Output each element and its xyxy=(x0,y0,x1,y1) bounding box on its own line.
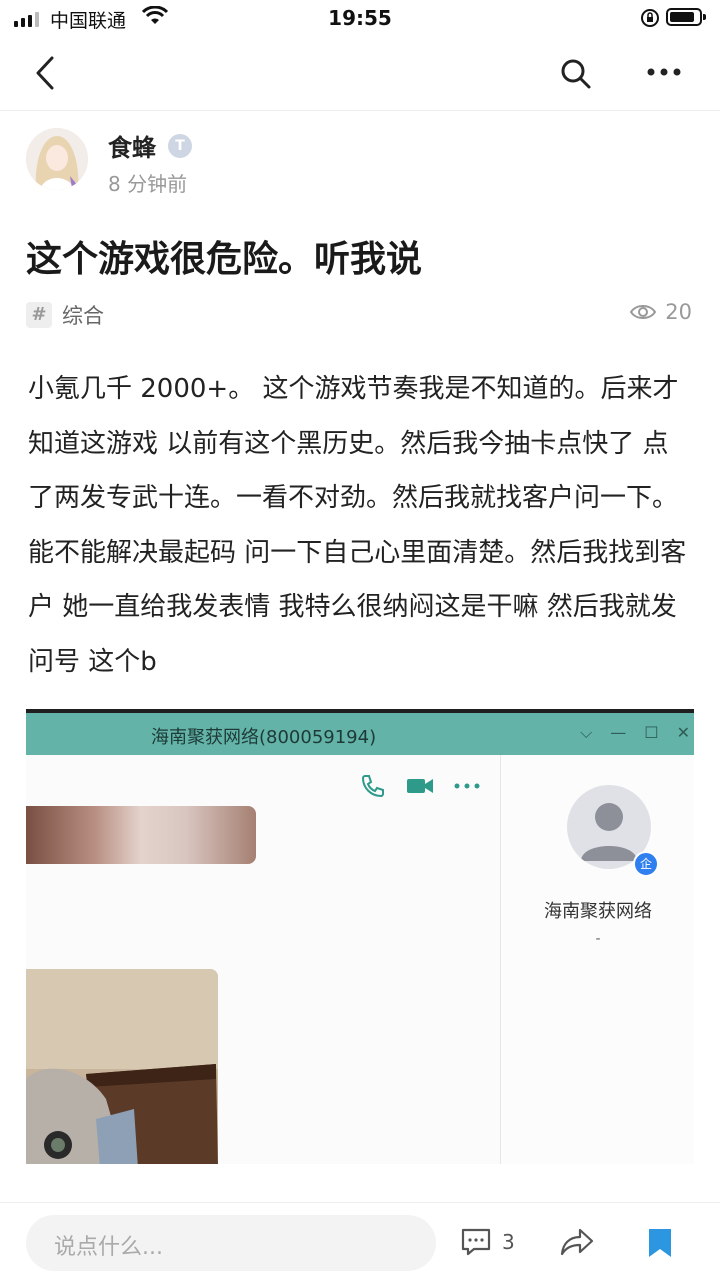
comment-icon xyxy=(461,1228,491,1256)
screenshot-title-bar: 海南聚获网络(800059194) ⌵ — ☐ ✕ xyxy=(26,713,694,755)
share-icon[interactable] xyxy=(560,1227,594,1257)
comment-count: 3 xyxy=(502,1230,515,1254)
chat-image-thumbnail xyxy=(26,806,256,864)
avatar-image xyxy=(26,128,88,190)
status-bar: 中国联通 19:55 xyxy=(0,0,720,36)
contact-panel: 企 海南聚获网络 - xyxy=(500,755,694,1164)
ellipsis-icon xyxy=(454,783,480,789)
enterprise-badge: 企 xyxy=(633,851,659,877)
hashtag-icon: # xyxy=(26,302,52,328)
contact-subtitle: - xyxy=(595,931,601,947)
cat-photo xyxy=(26,969,218,1164)
post-tag[interactable]: # 综合 xyxy=(26,300,104,330)
clock: 19:55 xyxy=(328,6,392,30)
video-icon xyxy=(407,779,433,793)
close-icon: ✕ xyxy=(676,723,690,742)
cat-photo-thumbnail xyxy=(26,969,218,1164)
post-body: 小氪几千 2000+。 这个游戏节奏我是不知道的。后来才知道这游戏 以前有这个黑… xyxy=(28,374,687,677)
comment-placeholder: 说点什么... xyxy=(54,1235,163,1260)
battery-icon xyxy=(666,8,706,26)
comment-input[interactable]: 说点什么... xyxy=(26,1215,436,1271)
post-time: 8 分钟前 xyxy=(108,172,188,196)
view-count: 20 xyxy=(629,300,692,324)
contact-name: 海南聚获网络 xyxy=(544,901,652,922)
tag-label: 综合 xyxy=(62,304,104,328)
orientation-lock-icon xyxy=(641,9,659,27)
screenshot-window-title: 海南聚获网络(800059194) xyxy=(151,727,377,748)
maximize-icon: ☐ xyxy=(644,723,659,742)
bookmark-icon[interactable] xyxy=(647,1227,673,1259)
screenshot-toolbar xyxy=(360,773,480,799)
post-image[interactable]: 海南聚获网络(800059194) ⌵ — ☐ ✕ 企 海南聚获网络 - xyxy=(26,709,694,1164)
back-icon[interactable] xyxy=(34,56,56,90)
eye-icon xyxy=(630,305,657,319)
view-count-value: 20 xyxy=(665,300,692,324)
more-icon[interactable] xyxy=(646,66,682,78)
minimize-icon: — xyxy=(610,723,627,742)
author-level-badge: T xyxy=(168,134,192,158)
comment-button[interactable]: 3 xyxy=(460,1227,515,1257)
author-avatar[interactable] xyxy=(26,128,88,190)
search-icon[interactable] xyxy=(560,58,592,90)
nav-bar xyxy=(0,36,720,111)
bottom-action-bar: 说点什么... 3 xyxy=(0,1202,720,1281)
phone-icon xyxy=(361,775,384,798)
author-name[interactable]: 食蜂 xyxy=(108,128,156,163)
chevron-down-icon: ⌵ xyxy=(580,723,593,742)
post-title: 这个游戏很危险。听我说 xyxy=(26,239,423,280)
